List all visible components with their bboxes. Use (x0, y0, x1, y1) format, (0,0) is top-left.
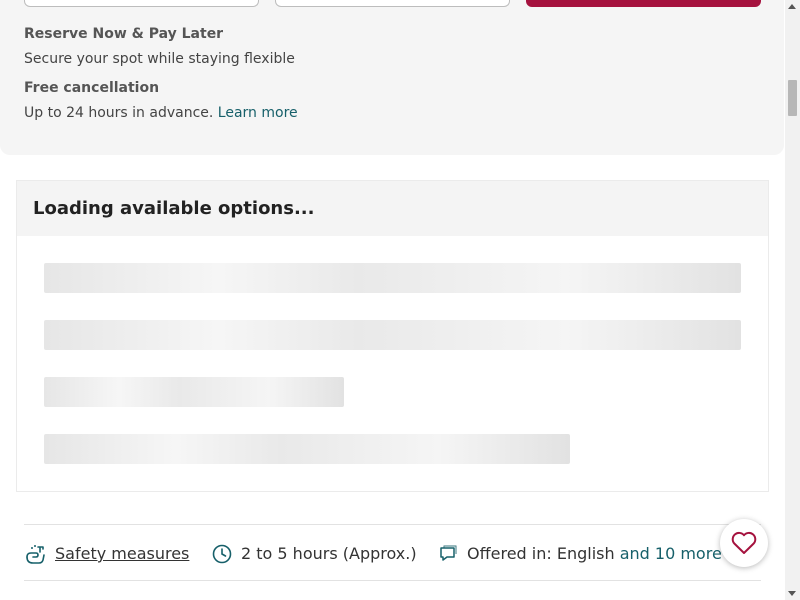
heart-icon (731, 531, 757, 554)
duration-item: 2 to 5 hours (Approx.) (212, 525, 417, 582)
check-availability-button[interactable] (526, 0, 761, 7)
options-title: Loading available options... (33, 198, 315, 219)
scroll-up-arrow[interactable] (788, 4, 796, 9)
safety-measures-item[interactable]: Safety measures (24, 525, 189, 582)
booking-panel (0, 0, 784, 155)
scrollbar[interactable] (785, 0, 800, 600)
options-header: Loading available options... (17, 181, 768, 236)
skeleton-line (44, 320, 741, 350)
skeleton-line (44, 377, 344, 407)
free-cancellation-detail: Up to 24 hours in advance. (24, 105, 214, 121)
reserve-now-title: Reserve Now & Pay Later (24, 26, 224, 42)
scrollbar-thumb[interactable] (788, 80, 797, 116)
free-cancellation-title: Free cancellation (24, 80, 160, 96)
skeleton-line (44, 263, 741, 293)
learn-more-link[interactable]: Learn more (218, 105, 298, 121)
language-text: Offered in: English (467, 544, 615, 563)
wishlist-button[interactable] (720, 519, 768, 567)
free-cancellation-text: Up to 24 hours in advance. Learn more (24, 105, 298, 121)
options-card: Loading available options... (16, 180, 769, 492)
hand-sanitizer-icon (26, 544, 45, 564)
skeleton-line (44, 434, 570, 464)
clock-icon (212, 544, 232, 563)
language-item: Offered in: English and 10 more (438, 525, 722, 582)
date-field[interactable] (24, 0, 259, 7)
travelers-field[interactable] (275, 0, 510, 7)
safety-measures-link[interactable]: Safety measures (55, 544, 189, 563)
speech-bubble-icon (440, 544, 457, 561)
duration-text: 2 to 5 hours (Approx.) (241, 544, 417, 563)
scroll-down-arrow[interactable] (788, 591, 796, 596)
tour-info-strip: Safety measures 2 to 5 hours (Approx.) O… (24, 524, 761, 581)
more-languages-link[interactable]: and 10 more (620, 544, 722, 563)
reserve-now-text: Secure your spot while staying flexible (24, 51, 295, 67)
